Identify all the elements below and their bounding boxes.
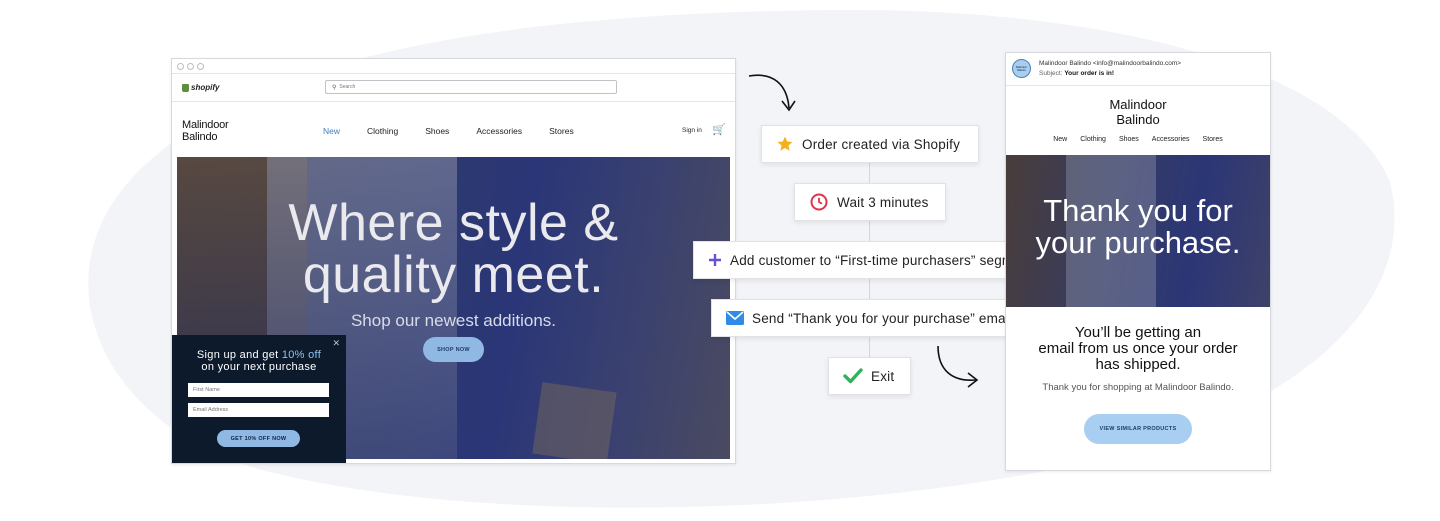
flow-step-exit[interactable]: Exit: [828, 357, 911, 395]
email-nav-stores[interactable]: Stores: [1203, 136, 1223, 143]
popup-heading: Sign up and get 10% off on your next pur…: [172, 349, 346, 373]
window-maximize-dot[interactable]: [197, 62, 204, 70]
flow-step-exit-label: Exit: [871, 368, 895, 384]
cart-icon[interactable]: 🛒: [712, 123, 726, 136]
email-nav-accessories[interactable]: Accessories: [1152, 136, 1190, 143]
shopify-bag-icon: [182, 83, 189, 92]
email-hero-line2: your purchase.: [1035, 225, 1241, 260]
flow-step-wait[interactable]: Wait 3 minutes: [794, 183, 946, 221]
email-preview: Malindoor Balindo Malindoor Balindo <inf…: [1005, 52, 1271, 471]
signup-popup: ✕ Sign up and get 10% off on your next p…: [172, 335, 346, 463]
email-nav-shoes[interactable]: Shoes: [1119, 136, 1139, 143]
popup-discount: 10% off: [281, 349, 322, 361]
view-similar-products-button[interactable]: VIEW SIMILAR PRODUCTS: [1084, 414, 1192, 444]
avatar: Malindoor Balindo: [1012, 59, 1031, 78]
popup-heading-line2: on your next purchase: [201, 361, 317, 373]
envelope-icon: [726, 311, 744, 325]
email-nav-clothing[interactable]: Clothing: [1080, 136, 1106, 143]
email-message: You’ll be getting an email from us once …: [1006, 325, 1270, 373]
flow-step-trigger-label: Order created via Shopify: [802, 136, 961, 152]
store-logo[interactable]: Malindoor Balindo: [182, 119, 229, 143]
shop-now-button[interactable]: SHOP NOW: [423, 337, 484, 362]
email-logo: Malindoor Balindo: [1006, 97, 1270, 127]
flow-step-segment[interactable]: Add customer to “First-time purchasers” …: [693, 241, 1048, 279]
nav-item-shoes[interactable]: Shoes: [425, 126, 449, 136]
store-nav: New Clothing Shoes Accessories Stores: [323, 126, 601, 136]
nav-item-clothing[interactable]: Clothing: [367, 126, 398, 136]
flow-arrow-in-icon: [748, 74, 796, 112]
check-icon: [843, 368, 863, 384]
popup-heading-text: Sign up and get: [196, 349, 282, 361]
flow-step-trigger[interactable]: Order created via Shopify: [761, 125, 979, 163]
hero-headline: Where style & quality meet.: [177, 197, 730, 301]
window-minimize-dot[interactable]: [187, 62, 194, 70]
email-message-line3: has shipped.: [1095, 356, 1181, 373]
sign-in-link[interactable]: Sign in: [682, 127, 702, 134]
search-icon: ⚲: [332, 84, 337, 91]
email-subject: Subject: Your order is in!: [1039, 70, 1114, 77]
nav-item-accessories[interactable]: Accessories: [476, 126, 522, 136]
email-subject-label: Subject:: [1039, 70, 1063, 77]
email-logo-line1: Malindoor: [1109, 97, 1167, 112]
shopify-logo: shopify: [182, 83, 219, 92]
email-from: Malindoor Balindo <info@malindoorbalindo…: [1039, 60, 1182, 67]
email-message-line1: You’ll be getting an: [1074, 324, 1202, 341]
email-nav-new[interactable]: New: [1053, 136, 1067, 143]
flow-step-segment-label: Add customer to “First-time purchasers” …: [730, 252, 1033, 268]
flow-step-wait-label: Wait 3 minutes: [837, 194, 929, 210]
email-subject-text: Your order is in!: [1064, 70, 1115, 77]
close-icon[interactable]: ✕: [332, 338, 340, 349]
email-hero-line1: Thank you for: [1043, 193, 1233, 228]
hero-image-label: [532, 382, 617, 459]
store-logo-line2: Balindo: [182, 131, 218, 143]
first-name-field[interactable]: [188, 383, 329, 397]
flow-step-email-label: Send “Thank you for your purchase” email: [752, 310, 1013, 326]
nav-item-new[interactable]: New: [323, 126, 340, 136]
search-input[interactable]: [339, 84, 540, 90]
clock-icon: [809, 192, 829, 212]
window-titlebar: [172, 59, 735, 74]
star-icon: [776, 135, 794, 153]
email-header: Malindoor Balindo Malindoor Balindo <inf…: [1006, 53, 1270, 86]
shopify-admin-bar: shopify ⚲: [172, 74, 735, 102]
window-close-dot[interactable]: [177, 62, 184, 70]
plus-icon: [708, 253, 722, 267]
email-nav: New Clothing Shoes Accessories Stores: [1006, 136, 1270, 143]
shopify-wordmark: shopify: [191, 83, 220, 92]
email-logo-line2: Balindo: [1116, 112, 1160, 127]
nav-item-stores[interactable]: Stores: [549, 126, 574, 136]
email-thanks-text: Thank you for shopping at Malindoor Bali…: [1042, 382, 1234, 393]
store-logo-line1: Malindoor: [182, 119, 229, 131]
hero-headline-line2: quality meet.: [302, 246, 605, 304]
email-address-field[interactable]: [188, 403, 329, 417]
hero-headline-line1: Where style &: [288, 194, 619, 252]
hero-subheadline: Shop our newest additions.: [350, 311, 557, 330]
get-discount-button[interactable]: GET 10% OFF NOW: [217, 430, 300, 447]
store-header: Malindoor Balindo New Clothing Shoes Acc…: [172, 102, 735, 157]
flow-arrow-out-icon: [937, 345, 979, 388]
email-hero-headline: Thank you for your purchase.: [1006, 195, 1270, 259]
avatar-text: Malindoor Balindo: [1016, 65, 1027, 72]
email-message-line2: email from us once your order: [1038, 340, 1238, 357]
email-hero: Thank you for your purchase.: [1006, 155, 1270, 307]
flow-step-email[interactable]: Send “Thank you for your purchase” email: [711, 299, 1028, 337]
search-box[interactable]: ⚲: [325, 80, 617, 94]
